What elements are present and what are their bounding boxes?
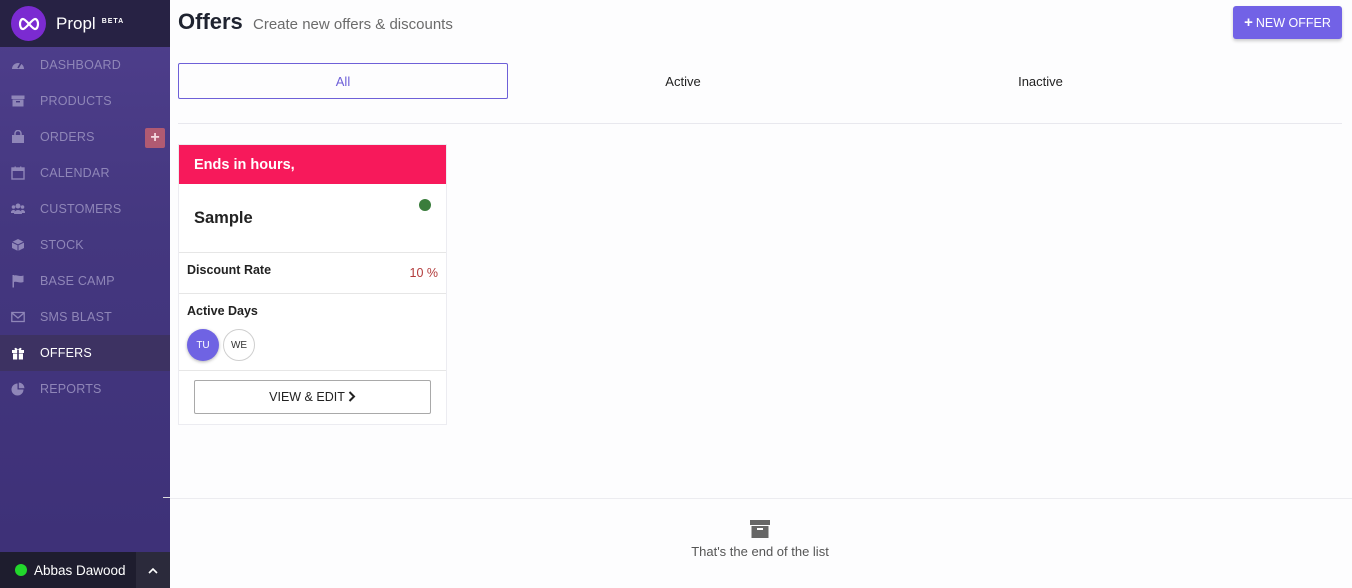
sidebar-item-label: PRODUCTS (40, 94, 112, 108)
sidebar-item-label: ORDERS (40, 130, 95, 144)
view-edit-label: VIEW & EDIT (269, 390, 345, 404)
new-offer-button[interactable]: + NEW OFFER (1233, 6, 1342, 39)
brand-name: Propl (56, 13, 96, 33)
sidebar-item-calendar[interactable]: CALENDAR (0, 155, 170, 191)
view-edit-button[interactable]: VIEW & EDIT (194, 380, 431, 414)
sidebar-item-label: OFFERS (40, 346, 92, 360)
sidebar-item-stock[interactable]: STOCK (0, 227, 170, 263)
user-bar[interactable]: Abbas Dawood (0, 552, 170, 588)
end-of-list-text: That's the end of the list (691, 544, 829, 559)
list-end-divider (170, 498, 1352, 499)
sidebar-item-label: DASHBOARD (40, 58, 121, 72)
main-content: Offers Create new offers & discounts + N… (170, 0, 1352, 588)
flag-icon (10, 274, 26, 288)
sidebar-item-products[interactable]: PRODUCTS (0, 83, 170, 119)
tab-all[interactable]: All (178, 63, 508, 99)
card-divider (179, 252, 446, 253)
envelope-icon (10, 310, 26, 324)
sidebar-item-sms-blast[interactable]: SMS BLAST (0, 299, 170, 335)
page-title: Offers (178, 9, 243, 34)
sidebar: Propl BETA DASHBOARD PRODUCTS ORDERS CAL… (0, 0, 170, 588)
users-icon (10, 202, 26, 216)
tab-active[interactable]: Active (508, 63, 858, 99)
user-name: Abbas Dawood (34, 562, 126, 578)
offer-status-icon (419, 199, 431, 211)
gift-icon (10, 346, 26, 360)
page-subtitle: Create new offers & discounts (253, 16, 453, 33)
beta-badge: BETA (101, 18, 125, 25)
sidebar-item-label: SMS BLAST (40, 310, 112, 324)
shopping-bag-icon (10, 130, 26, 144)
sidebar-resize-handle[interactable] (163, 497, 170, 498)
orders-add-button[interactable]: + (145, 128, 165, 148)
sidebar-item-label: CALENDAR (40, 166, 110, 180)
brand-header[interactable]: Propl BETA (0, 0, 170, 47)
sidebar-item-label: CUSTOMERS (40, 202, 122, 216)
dashboard-icon (10, 58, 26, 72)
plus-icon: + (1244, 14, 1253, 31)
discount-rate-value: 10 % (409, 266, 439, 280)
card-divider (179, 370, 446, 371)
day-chip-tu[interactable]: TU (187, 329, 219, 361)
sidebar-nav: DASHBOARD PRODUCTS ORDERS CALENDAR CUSTO… (0, 47, 170, 407)
sidebar-item-dashboard[interactable]: DASHBOARD (0, 47, 170, 83)
chevron-up-icon[interactable] (136, 552, 170, 588)
cube-icon (10, 238, 26, 252)
sidebar-item-base-camp[interactable]: BASE CAMP (0, 263, 170, 299)
chevron-right-icon (348, 389, 356, 405)
new-offer-label: NEW OFFER (1255, 15, 1331, 30)
archive-icon (10, 94, 26, 108)
online-status-icon (15, 564, 27, 576)
sidebar-item-reports[interactable]: REPORTS (0, 371, 170, 407)
active-days-label: Active Days (187, 304, 258, 318)
offer-banner: Ends in hours, (179, 145, 446, 184)
pie-chart-icon (10, 382, 26, 396)
discount-rate-label: Discount Rate (187, 263, 272, 277)
calendar-icon (10, 166, 26, 180)
sidebar-item-offers[interactable]: OFFERS (0, 335, 170, 371)
archive-icon (750, 520, 770, 538)
tab-inactive[interactable]: Inactive (858, 63, 1223, 99)
sidebar-item-label: STOCK (40, 238, 84, 252)
logo-icon (11, 6, 46, 41)
sidebar-item-label: BASE CAMP (40, 274, 115, 288)
card-divider (179, 293, 446, 294)
tabs-divider (178, 123, 1342, 124)
offer-card: Ends in hours, Sample Discount Rate 10 %… (178, 144, 447, 425)
offer-title: Sample (194, 209, 253, 227)
sidebar-item-customers[interactable]: CUSTOMERS (0, 191, 170, 227)
day-chip-we[interactable]: WE (223, 329, 255, 361)
sidebar-item-label: REPORTS (40, 382, 102, 396)
